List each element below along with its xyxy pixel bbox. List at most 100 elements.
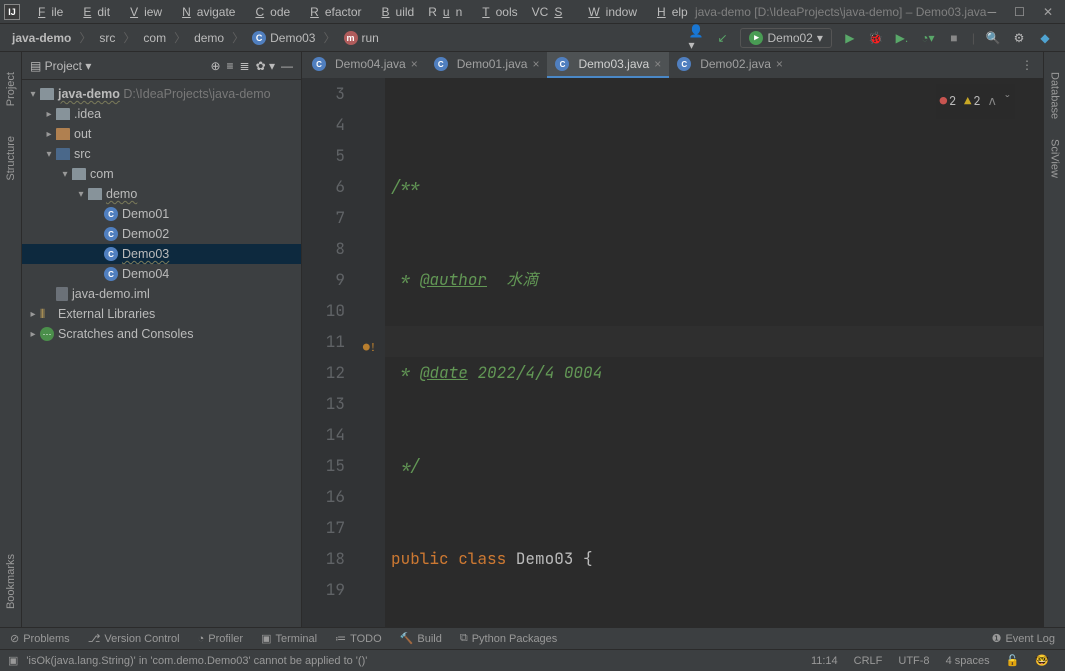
menu-vcs[interactable]: VCS: [526, 3, 575, 21]
code-editor[interactable]: 345678910111213141516171819 ●! /** * @au…: [302, 78, 1043, 627]
tree-file-demo04[interactable]: CDemo04: [22, 264, 301, 284]
tree-file-demo03[interactable]: CDemo03: [22, 244, 301, 264]
tree-idea[interactable]: ▸.idea: [22, 104, 301, 124]
menu-window[interactable]: Window: [576, 3, 643, 21]
coverage-button[interactable]: ▶.: [894, 30, 910, 46]
minimize-icon[interactable]: ─: [988, 5, 997, 19]
tree-demo[interactable]: ▾demo: [22, 184, 301, 204]
tree-ext-lib[interactable]: ▸⫴External Libraries: [22, 304, 301, 324]
annotation-gutter: ●!: [357, 78, 385, 627]
status-icon[interactable]: ▣: [8, 654, 18, 667]
line-gutter: 345678910111213141516171819: [302, 78, 357, 627]
stop-button[interactable]: ■: [946, 30, 962, 46]
caret-position[interactable]: 11:14: [803, 655, 846, 667]
readonly-icon[interactable]: 🔓: [998, 654, 1028, 667]
tool-terminal[interactable]: ▣ Terminal: [261, 632, 317, 645]
tool-version-control[interactable]: ⎇ Version Control: [88, 632, 180, 645]
panel-settings-icon[interactable]: ✿ ▾: [256, 59, 275, 73]
user-icon[interactable]: 👤▾: [688, 30, 704, 46]
statusbar: ▣ 'isOk(java.lang.String)' in 'com.demo.…: [0, 649, 1065, 671]
crumb-project[interactable]: java-demo: [6, 29, 77, 47]
bottom-tool-stripe: ⊘ Problems ⎇ Version Control ◔ Profiler …: [0, 627, 1065, 649]
tree-scratches[interactable]: ▸⋯Scratches and Consoles: [22, 324, 301, 344]
tool-build[interactable]: 🔨 Build: [400, 632, 442, 645]
debug-button[interactable]: 🐞: [868, 30, 884, 46]
project-dropdown[interactable]: ▤ Project ▾: [30, 59, 91, 73]
hide-panel-icon[interactable]: —: [281, 59, 293, 73]
run-config-selector[interactable]: ▸Demo02 ▾: [740, 28, 831, 48]
tool-structure[interactable]: Structure: [5, 136, 17, 181]
menu-run[interactable]: Run: [422, 3, 468, 21]
menu-tools[interactable]: Tools: [470, 3, 523, 21]
line-separator[interactable]: CRLF: [846, 655, 891, 667]
menu-edit[interactable]: Edit: [71, 3, 116, 21]
status-message: 'isOk(java.lang.String)' in 'com.demo.De…: [18, 655, 803, 667]
settings-icon[interactable]: ⚙: [1011, 30, 1027, 46]
profile-button[interactable]: ◔▾: [920, 30, 936, 46]
tab-demo02[interactable]: CDemo02.java×: [669, 52, 791, 78]
vcs-update-icon[interactable]: ↙: [714, 30, 730, 46]
encoding[interactable]: UTF-8: [890, 655, 937, 667]
menu-code[interactable]: Code: [243, 3, 296, 21]
tab-demo01[interactable]: CDemo01.java×: [426, 52, 548, 78]
project-panel: ▤ Project ▾ ⊕ ≡ ≣ ✿ ▾ — ▾java-demo D:\Id…: [22, 52, 302, 627]
collapse-all-icon[interactable]: ≣: [240, 59, 250, 73]
crumb-demo[interactable]: demo: [188, 29, 230, 47]
crumb-class[interactable]: CDemo03: [246, 29, 321, 47]
close-icon[interactable]: ×: [654, 57, 661, 71]
tree-file-demo02[interactable]: CDemo02: [22, 224, 301, 244]
select-opened-icon[interactable]: ⊕: [210, 59, 220, 73]
tool-project[interactable]: Project: [5, 72, 17, 106]
menu-view[interactable]: View: [118, 3, 168, 21]
crumb-com[interactable]: com: [137, 29, 172, 47]
close-icon[interactable]: ✕: [1043, 5, 1053, 19]
indent-setting[interactable]: 4 spaces: [938, 655, 998, 667]
tab-demo04[interactable]: CDemo04.java×: [304, 52, 426, 78]
run-button[interactable]: ▶: [842, 30, 858, 46]
editor-area: CDemo04.java× CDemo01.java× CDemo03.java…: [302, 52, 1043, 627]
project-tree: ▾java-demo D:\IdeaProjects\java-demo ▸.i…: [22, 80, 301, 627]
left-tool-stripe: Project Structure Bookmarks: [0, 52, 22, 627]
code-body[interactable]: /** * @author 水滴 * @date 2022/4/4 0004 *…: [385, 78, 1043, 627]
window-title: java-demo [D:\IdeaProjects\java-demo] – …: [694, 5, 988, 19]
close-icon[interactable]: ×: [532, 57, 539, 71]
tool-problems[interactable]: ⊘ Problems: [10, 632, 70, 645]
expand-all-icon[interactable]: ≡: [227, 59, 234, 73]
tree-file-demo01[interactable]: CDemo01: [22, 204, 301, 224]
close-icon[interactable]: ×: [776, 57, 783, 71]
titlebar: IJ File Edit View Navigate Code Refactor…: [0, 0, 1065, 24]
tool-python-packages[interactable]: ⧉ Python Packages: [460, 632, 557, 645]
crumb-method[interactable]: mrun: [338, 29, 385, 47]
close-icon[interactable]: ×: [411, 57, 418, 71]
tree-com[interactable]: ▾com: [22, 164, 301, 184]
menu-build[interactable]: Build: [370, 3, 421, 21]
menu-navigate[interactable]: Navigate: [170, 3, 241, 21]
crumb-src[interactable]: src: [93, 29, 121, 47]
menu-file[interactable]: File: [26, 3, 69, 21]
maximize-icon[interactable]: ☐: [1014, 5, 1025, 19]
tool-todo[interactable]: ≔ TODO: [335, 632, 382, 645]
tool-sciview[interactable]: SciView: [1049, 139, 1061, 178]
tool-profiler[interactable]: ◔ Profiler: [198, 633, 244, 645]
tab-menu-icon[interactable]: ⋮: [1011, 52, 1043, 78]
tree-root[interactable]: ▾java-demo D:\IdeaProjects\java-demo: [22, 84, 301, 104]
tool-event-log[interactable]: ❶ Event Log: [992, 632, 1055, 645]
navbar: java-demo 〉 src 〉 com 〉 demo 〉 CDemo03 〉…: [0, 24, 1065, 52]
inspection-widget[interactable]: 2 2 ʌˇ: [936, 84, 1015, 119]
tool-database[interactable]: Database: [1049, 72, 1061, 119]
tree-iml[interactable]: java-demo.iml: [22, 284, 301, 304]
tool-bookmarks[interactable]: Bookmarks: [5, 554, 17, 609]
menu-refactor[interactable]: Refactor: [298, 3, 367, 21]
menubar: File Edit View Navigate Code Refactor Bu…: [26, 3, 694, 21]
breadcrumb: java-demo 〉 src 〉 com 〉 demo 〉 CDemo03 〉…: [6, 29, 688, 47]
search-icon[interactable]: 🔍: [985, 30, 1001, 46]
intention-bulb-icon[interactable]: ●!: [363, 333, 379, 349]
app-icon: IJ: [4, 4, 20, 20]
menu-help[interactable]: Help: [645, 3, 694, 21]
tree-src[interactable]: ▾src: [22, 144, 301, 164]
plugin-icon[interactable]: ◆: [1037, 30, 1053, 46]
ide-status-icon[interactable]: 🤓: [1027, 654, 1057, 667]
tab-demo03[interactable]: CDemo03.java×: [547, 52, 669, 78]
editor-tabs: CDemo04.java× CDemo01.java× CDemo03.java…: [302, 52, 1043, 78]
tree-out[interactable]: ▸out: [22, 124, 301, 144]
